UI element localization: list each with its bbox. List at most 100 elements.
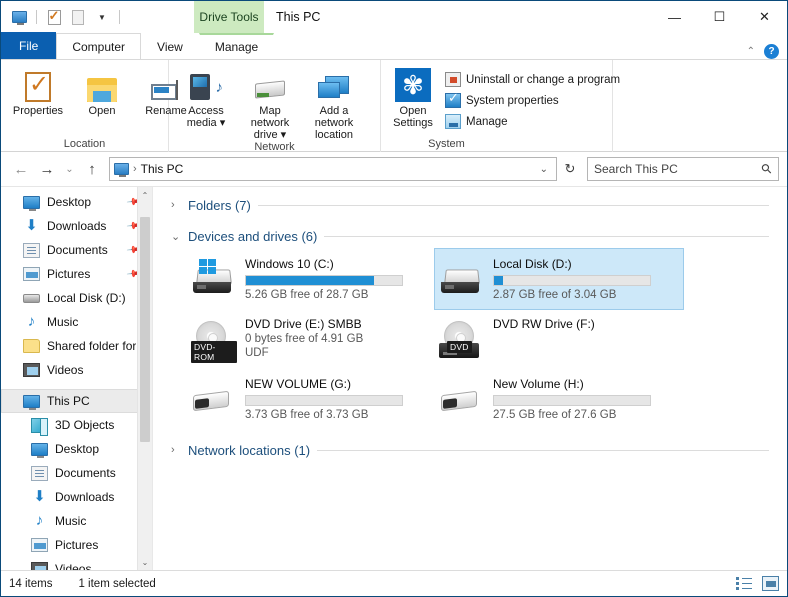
music-icon: ♪ (35, 512, 44, 529)
sidebar-item-3d-objects[interactable]: 3D Objects (1, 413, 152, 437)
open-button[interactable]: Open (71, 65, 133, 117)
ribbon-empty-area (613, 60, 787, 152)
group-title: Folders (7) (188, 197, 251, 213)
sidebar-item-desktop-quick[interactable]: Desktop 📌 (1, 190, 152, 214)
tab-manage[interactable]: Manage (198, 33, 275, 59)
drive-name: DVD Drive (E:) SMBB (245, 317, 362, 331)
properties-icon[interactable] (44, 7, 64, 27)
group-rule (324, 235, 769, 237)
sidebar-item-downloads-quick[interactable]: ⬇ Downloads 📌 (1, 214, 152, 238)
sidebar-item-downloads[interactable]: ⬇ Downloads (1, 485, 152, 509)
drive-tile-f[interactable]: DVD DVD RW Drive (F:) (435, 309, 683, 369)
access-media-button[interactable]: ♪ Access media ▾ (175, 65, 237, 129)
collapse-ribbon-chevron-icon[interactable]: ⌃ (747, 46, 755, 57)
forward-button[interactable]: → (35, 157, 59, 181)
music-icon: ♪ (27, 313, 36, 330)
group-header-folders[interactable]: › Folders (7) (163, 192, 787, 218)
address-field[interactable]: › This PC ⌄ (109, 157, 557, 181)
system-properties-button[interactable]: System properties (441, 90, 624, 111)
sidebar-item-label: Videos (47, 363, 84, 377)
new-folder-icon[interactable] (68, 7, 88, 27)
drive-info: Local Disk (D:) 2.87 GB free of 3.04 GB (493, 253, 677, 301)
sidebar-item-documents-quick[interactable]: Documents 📌 (1, 238, 152, 262)
breadcrumb-path[interactable]: This PC (141, 162, 184, 176)
customize-chevron-icon[interactable]: ▼ (92, 7, 112, 27)
address-dropdown-icon[interactable]: ⌄ (536, 164, 552, 175)
refresh-button[interactable]: ↻ (559, 157, 581, 181)
usb-drive-icon (191, 379, 237, 425)
group-rule (317, 449, 769, 451)
scroll-up-arrow-icon[interactable]: ⌃ (138, 187, 152, 203)
maximize-button[interactable]: ☐ (697, 1, 742, 33)
sidebar-item-pictures[interactable]: Pictures (1, 533, 152, 557)
sidebar-item-label: Downloads (47, 219, 107, 233)
drive-tile-d[interactable]: Local Disk (D:) 2.87 GB free of 3.04 GB (434, 248, 684, 310)
sidebar-item-local-disk-d[interactable]: Local Disk (D:) (1, 286, 152, 310)
sidebar-item-desktop[interactable]: Desktop (1, 437, 152, 461)
group-header-network-locations[interactable]: › Network locations (1) (163, 437, 787, 463)
chevron-right-icon[interactable]: › (171, 444, 181, 456)
manage-button[interactable]: Manage (441, 111, 624, 132)
ribbon-group-system: ✾ Open Settings Uninstall or change a pr… (381, 60, 620, 152)
search-box[interactable]: ⚲ (587, 157, 779, 181)
sidebar-item-label: Downloads (55, 490, 115, 504)
scrollbar-thumb[interactable] (140, 217, 150, 442)
system-properties-icon (445, 90, 461, 108)
details-view-icon[interactable] (736, 576, 753, 591)
map-network-drive-button-label: Map network drive ▾ (250, 105, 290, 141)
desktop-icon (31, 442, 48, 458)
close-button[interactable]: ✕ (742, 1, 787, 33)
drive-tile-g[interactable]: NEW VOLUME (G:) 3.73 GB free of 3.73 GB (187, 369, 435, 429)
capacity-bar (493, 275, 651, 286)
back-button[interactable]: ← (9, 157, 33, 181)
help-icon[interactable]: ? (764, 44, 779, 59)
ribbon-group-location-label: Location (63, 137, 106, 150)
search-input[interactable] (594, 162, 763, 176)
group-rule (257, 204, 769, 206)
drive-tile-e[interactable]: DVD-ROM DVD Drive (E:) SMBB 0 bytes free… (187, 309, 435, 369)
up-button[interactable]: ↑ (80, 157, 104, 181)
view-buttons (736, 576, 779, 591)
sidebar-item-videos[interactable]: Videos (1, 557, 152, 570)
this-pc-icon[interactable] (9, 7, 29, 27)
this-pc-icon (114, 163, 129, 177)
drive-tile-h[interactable]: New Volume (H:) 27.5 GB free of 27.6 GB (435, 369, 683, 429)
divider (119, 10, 120, 24)
group-header-devices-and-drives[interactable]: ⌄ Devices and drives (6) (163, 223, 787, 249)
add-network-location-button[interactable]: Add a network location (303, 65, 365, 141)
sidebar-item-videos-quick[interactable]: Videos (1, 358, 152, 382)
minimize-button[interactable]: — (652, 1, 697, 33)
item-count-label: 14 items (9, 577, 53, 590)
sidebar-item-music[interactable]: ♪ Music (1, 509, 152, 533)
drive-tile-c[interactable]: Windows 10 (C:) 5.26 GB free of 28.7 GB (187, 249, 435, 309)
recent-locations-button[interactable]: ⌄ (61, 157, 78, 181)
tab-file[interactable]: File (1, 32, 57, 59)
properties-button-label: Properties (12, 105, 64, 117)
uninstall-or-change-program-button[interactable]: Uninstall or change a program (441, 69, 624, 90)
chevron-down-icon[interactable]: ⌄ (171, 230, 181, 243)
documents-icon (23, 242, 40, 258)
sidebar-item-this-pc[interactable]: This PC (1, 389, 152, 413)
disk-icon (23, 290, 40, 306)
large-icons-view-icon[interactable] (762, 576, 779, 591)
open-settings-button[interactable]: ✾ Open Settings (387, 65, 439, 129)
properties-button[interactable]: Properties (7, 65, 69, 117)
sidebar-item-label: Documents (47, 243, 108, 257)
sidebar-item-documents[interactable]: Documents (1, 461, 152, 485)
drive-capacity-text: 0 bytes free of 4.91 GB (245, 333, 364, 345)
sidebar-item-shared-folder[interactable]: Shared folder for (1, 334, 152, 358)
sidebar-scrollbar[interactable]: ⌃ ⌄ (137, 187, 152, 570)
group-title: Devices and drives (6) (188, 228, 318, 244)
nav-list: Desktop 📌 ⬇ Downloads 📌 Documents 📌 Pict… (1, 187, 152, 570)
sidebar-item-pictures-quick[interactable]: Pictures 📌 (1, 262, 152, 286)
sidebar-item-music-quick[interactable]: ♪ Music (1, 310, 152, 334)
drive-info: NEW VOLUME (G:) 3.73 GB free of 3.73 GB (245, 373, 429, 421)
videos-icon (23, 363, 40, 377)
scroll-down-arrow-icon[interactable]: ⌄ (138, 554, 152, 570)
settings-gear-icon: ✾ (395, 68, 431, 102)
tab-computer[interactable]: Computer (56, 33, 142, 59)
tab-view[interactable]: View (141, 33, 199, 59)
map-network-drive-button[interactable]: Map network drive ▾ (239, 65, 301, 141)
videos-icon (31, 562, 48, 570)
chevron-right-icon[interactable]: › (171, 199, 181, 211)
